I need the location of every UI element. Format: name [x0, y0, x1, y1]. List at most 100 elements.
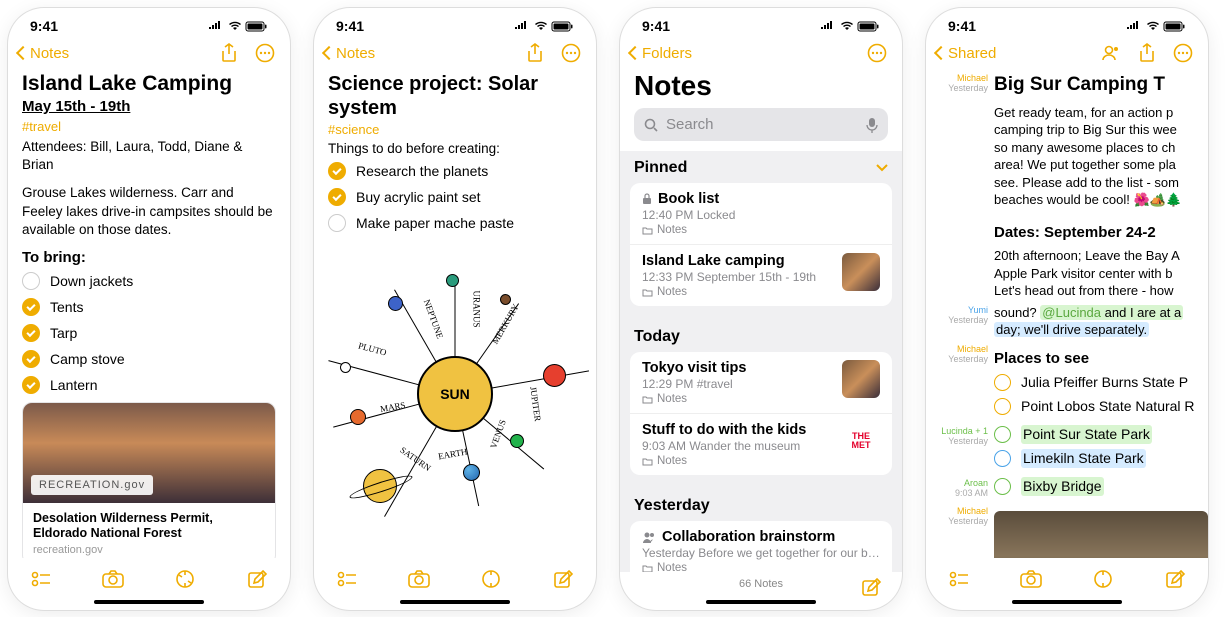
note-list-item[interactable]: Tokyo visit tips12:29 PM #travelNotes — [630, 352, 892, 414]
checklist-item[interactable]: Buy acrylic paint set — [328, 188, 582, 206]
note-list-item[interactable]: Book list12:40 PM LockedNotes — [630, 183, 892, 245]
markup-icon[interactable] — [174, 568, 196, 590]
checklist-item[interactable]: Tarp — [22, 324, 276, 342]
lock-icon — [642, 193, 652, 205]
checklist-item[interactable]: Lantern — [22, 376, 276, 394]
place-item[interactable]: Point Lobos State Natural R — [994, 397, 1208, 416]
search-input[interactable]: Search — [634, 108, 888, 141]
check-icon[interactable] — [22, 298, 40, 316]
check-icon[interactable] — [22, 272, 40, 290]
note-title: Island Lake Camping — [22, 72, 276, 96]
item-folder: Notes — [642, 562, 880, 572]
note-content: Island Lake Camping May 15th - 19th #tra… — [8, 68, 290, 558]
checklist-item[interactable]: Tents — [22, 298, 276, 316]
note-list-item[interactable]: Island Lake camping12:33 PM September 15… — [630, 245, 892, 306]
checklist-icon[interactable] — [948, 568, 970, 590]
status-bar: 9:41 — [926, 8, 1208, 36]
back-button[interactable]: Notes — [324, 45, 375, 62]
check-icon[interactable] — [22, 350, 40, 368]
back-button[interactable]: Notes — [18, 45, 69, 62]
ring-icon[interactable] — [994, 450, 1011, 467]
status-bar: 9:41 — [620, 8, 902, 36]
status-icons — [514, 21, 574, 32]
section-pinned[interactable]: Pinned — [620, 151, 902, 183]
camera-icon[interactable] — [1020, 568, 1042, 590]
place-label: Point Lobos State Natural R — [1021, 397, 1195, 416]
item-title: Stuff to do with the kids — [642, 422, 806, 438]
ring-icon[interactable] — [994, 398, 1011, 415]
compose-icon[interactable] — [1164, 568, 1186, 590]
home-indicator[interactable] — [706, 600, 816, 604]
place-label: Point Sur State Park — [1021, 425, 1152, 444]
more-icon[interactable] — [1172, 42, 1194, 64]
chevron-left-icon — [936, 45, 946, 62]
attached-image[interactable] — [994, 511, 1208, 558]
sun: SUN — [417, 356, 493, 432]
note-list-item[interactable]: Collaboration brainstormYesterday Before… — [630, 521, 892, 572]
item-subtitle: Yesterday Before we get together for our… — [642, 546, 880, 560]
item-subtitle: 12:40 PM Locked — [642, 208, 880, 222]
share-icon[interactable] — [1136, 42, 1158, 64]
share-icon[interactable] — [218, 42, 240, 64]
note-title: Big Sur Camping T — [994, 72, 1208, 98]
status-time: 9:41 — [948, 18, 976, 34]
check-icon[interactable] — [22, 376, 40, 394]
note-thumbnail — [842, 253, 880, 291]
bottom-toolbar — [314, 558, 596, 596]
note-list-item[interactable]: Stuff to do with the kids9:03 AM Wander … — [630, 414, 892, 475]
check-icon[interactable] — [328, 162, 346, 180]
item-subtitle: 12:29 PM #travel — [642, 377, 832, 391]
back-button[interactable]: Folders — [630, 45, 692, 62]
link-preview-card[interactable]: RECREATION.gov Desolation Wilderness Per… — [22, 402, 276, 558]
camera-icon[interactable] — [408, 568, 430, 590]
back-label: Shared — [948, 45, 996, 62]
more-icon[interactable] — [560, 42, 582, 64]
note-thumbnail: THEMET — [842, 422, 880, 460]
check-icon[interactable] — [22, 324, 40, 342]
compose-icon[interactable] — [860, 576, 882, 598]
compose-icon[interactable] — [552, 568, 574, 590]
chevron-down-icon — [876, 164, 888, 172]
back-label: Notes — [30, 45, 69, 62]
nav-bar: Folders — [620, 36, 902, 68]
checklist-item[interactable]: Research the planets — [328, 162, 582, 180]
place-item[interactable]: Limekiln State Park — [994, 449, 1208, 468]
checklist-item[interactable]: Make paper mache paste — [328, 214, 582, 232]
checklist-item[interactable]: Camp stove — [22, 350, 276, 368]
phone-screen-4: 9:41 Shared MichaelYesterday Big Sur Cam… — [926, 8, 1208, 610]
shared-icon — [642, 531, 656, 543]
markup-icon[interactable] — [480, 568, 502, 590]
checklist-icon[interactable] — [336, 568, 358, 590]
home-indicator[interactable] — [94, 600, 204, 604]
markup-icon[interactable] — [1092, 568, 1114, 590]
place-item[interactable]: Point Sur State Park — [994, 425, 1208, 444]
place-item[interactable]: Bixby Bridge — [994, 477, 1208, 496]
item-title: Tokyo visit tips — [642, 360, 746, 376]
place-label: Bixby Bridge — [1021, 477, 1104, 496]
more-icon[interactable] — [254, 42, 276, 64]
place-item[interactable]: Julia Pfeiffer Burns State P — [994, 373, 1208, 392]
phone-screen-2: 9:41 Notes Science project: Solar system… — [314, 8, 596, 610]
share-icon[interactable] — [524, 42, 546, 64]
compose-icon[interactable] — [246, 568, 268, 590]
home-indicator[interactable] — [1012, 600, 1122, 604]
item-subtitle: 12:33 PM September 15th - 19th — [642, 270, 832, 284]
collaborate-icon[interactable] — [1100, 42, 1122, 64]
note-tag[interactable]: #science — [328, 122, 582, 137]
note-title: Science project: Solar system — [328, 72, 582, 120]
note-tag[interactable]: #travel — [22, 119, 276, 134]
solar-drawing: SUN PLUTO NEPTUNE URANUS MERKURY JUPITER… — [328, 244, 582, 544]
check-icon[interactable] — [328, 188, 346, 206]
back-button[interactable]: Shared — [936, 45, 996, 62]
home-indicator[interactable] — [400, 600, 510, 604]
ring-icon[interactable] — [994, 478, 1011, 495]
camera-icon[interactable] — [102, 568, 124, 590]
more-icon[interactable] — [866, 42, 888, 64]
ring-icon[interactable] — [994, 426, 1011, 443]
checklist-icon[interactable] — [30, 568, 52, 590]
ring-icon[interactable] — [994, 374, 1011, 391]
check-icon[interactable] — [328, 214, 346, 232]
checklist-item[interactable]: Down jackets — [22, 272, 276, 290]
mic-icon[interactable] — [866, 117, 878, 133]
mention[interactable]: @Lucinda — [1042, 305, 1101, 320]
